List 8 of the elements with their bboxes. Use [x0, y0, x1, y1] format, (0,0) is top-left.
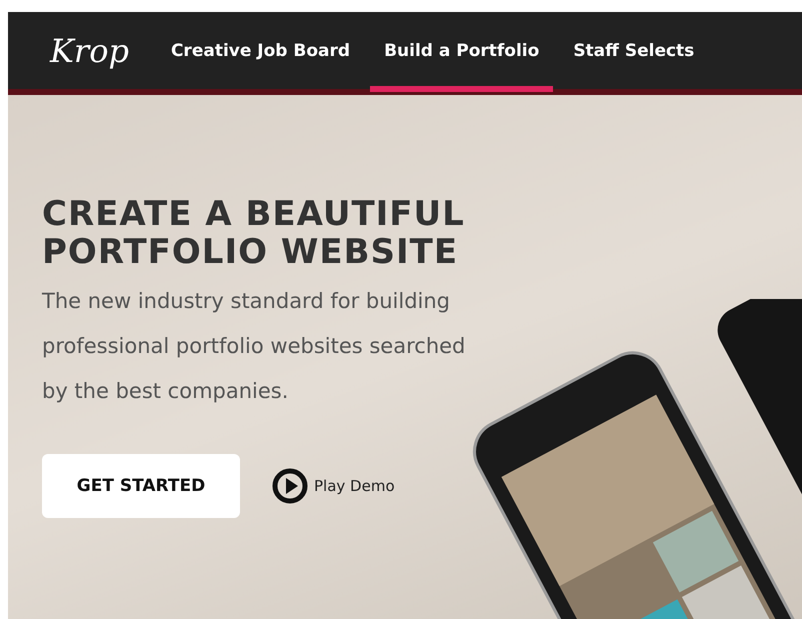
get-started-button[interactable]: GET STARTED [42, 454, 240, 518]
play-icon[interactable] [272, 468, 308, 504]
hero-title: CREATE A BEAUTIFUL PORTFOLIO WEBSITE [42, 195, 466, 271]
nav-link[interactable]: Creative Job Board [156, 15, 364, 92]
hero-description: The new industry standard for building professional portfolio websites searched by the best companies. [42, 288, 466, 405]
logo[interactable]: Krop [50, 32, 129, 70]
nav-link[interactable]: Staff Selects [559, 15, 708, 92]
play-demo-link[interactable]: Play Demo [314, 477, 395, 495]
